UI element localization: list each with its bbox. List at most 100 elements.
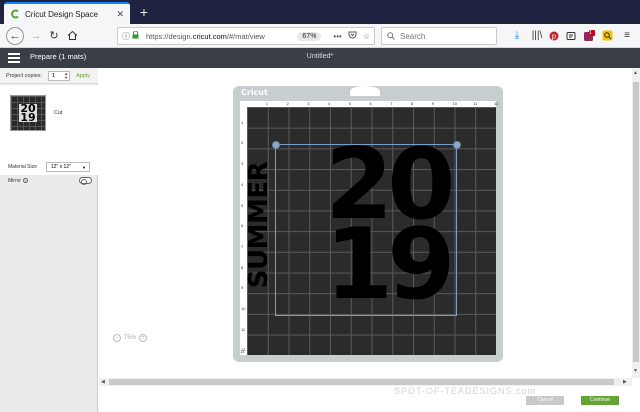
mat-thumbnail[interactable]: 20 19: [10, 95, 46, 131]
watermark: SPOT-OF-TEADESIGNS.com: [394, 386, 537, 396]
left-ruler-tick: 6: [241, 223, 244, 229]
top-ruler-tick: 1: [265, 101, 268, 106]
browser-nav-bar: ← → ↻ ⓘ https://design.cricut.com/#/mat/…: [0, 24, 640, 48]
project-copies-label: Project copies:: [6, 72, 43, 79]
left-ruler-tick: 4: [241, 181, 244, 187]
thumbnail-line-2: 19: [19, 111, 37, 124]
project-copies-value: 1: [52, 72, 56, 79]
top-ruler-tick: 2: [286, 101, 289, 106]
zoom-out-button[interactable]: −: [113, 334, 121, 342]
top-ruler-tick: 9: [431, 101, 434, 106]
mirror-row: Mirror i: [8, 177, 92, 185]
pocket-icon[interactable]: [348, 31, 357, 41]
material-size-row: Material Size 12" x 12" ▼: [8, 162, 90, 172]
cutting-mat: Cricut 1 2 3 4 5 6 7 8 9 10 11 12 1 2 3 4 5 6 7 8 9 10 11 12 13…: [233, 86, 503, 362]
lock-icon: [132, 30, 142, 41]
page-actions-icon[interactable]: •••: [333, 32, 341, 41]
apply-button[interactable]: Apply: [76, 73, 90, 79]
site-info-icon[interactable]: ⓘ: [122, 31, 132, 42]
left-ruler-tick: 2: [241, 140, 244, 146]
bookmark-star-icon[interactable]: ☆: [363, 32, 370, 41]
material-size-select[interactable]: 12" x 12" ▼: [45, 162, 90, 172]
design-line-2[interactable]: 19: [325, 216, 455, 314]
url-bar[interactable]: ⓘ https://design.cricut.com/#/mat/view 6…: [117, 27, 375, 45]
info-icon[interactable]: i: [23, 178, 29, 183]
tab-close-icon[interactable]: ✕: [116, 9, 124, 20]
project-copies-row: Project copies: 1 ▲ ▼ Apply: [0, 68, 98, 84]
zoom-indicator[interactable]: 67%: [297, 31, 322, 41]
cricut-favicon-icon: [10, 9, 20, 19]
forward-icon[interactable]: →: [28, 28, 44, 44]
scroll-up-icon[interactable]: ▲: [633, 70, 638, 76]
left-ruler-tick: 9: [241, 285, 244, 291]
top-ruler-tick: 6: [369, 101, 372, 106]
top-ruler-tick: 5: [348, 101, 351, 106]
mirror-toggle[interactable]: [79, 177, 92, 185]
copies-stepper-icon[interactable]: ▲ ▼: [64, 71, 68, 80]
cricut-logo: Cricut: [241, 88, 268, 97]
footer-bar: SPOT-OF-TEADESIGNS.com Cancel Continue: [99, 386, 640, 412]
home-icon[interactable]: [64, 28, 80, 44]
keyword-extension-icon[interactable]: [600, 28, 614, 44]
project-copies-input[interactable]: 1 ▲ ▼: [48, 70, 71, 81]
reader-icon[interactable]: [564, 28, 578, 44]
document-title: Untitled*: [306, 53, 334, 60]
mat-sidebar: Project copies: 1 ▲ ▼ Apply 20 19 Cut Mat…: [0, 68, 98, 412]
tab-title: Cricut Design Space: [25, 9, 98, 19]
search-icon: [387, 27, 395, 45]
left-ruler: 1 2 3 4 5 6 7 8 9 10 11 12 13: [240, 107, 247, 355]
mat-grid[interactable]: SUMMER 20 19: [247, 107, 496, 355]
extension-badge: 1: [589, 30, 592, 36]
cancel-button[interactable]: Cancel: [526, 396, 564, 405]
top-ruler-tick: 8: [411, 101, 414, 106]
top-ruler-tick: 12: [494, 101, 499, 106]
mirror-label: Mirror: [8, 177, 22, 184]
left-ruler-tick: 10: [241, 306, 246, 311]
top-ruler-tick: 4: [328, 101, 331, 106]
vertical-scroll-thumb[interactable]: [633, 82, 639, 362]
continue-button[interactable]: Continue: [581, 396, 619, 405]
horizontal-scroll-thumb[interactable]: [109, 379, 614, 385]
left-ruler-tick: 1: [241, 119, 244, 125]
browser-tab-bar: Cricut Design Space ✕ +: [0, 0, 640, 24]
selection-handle-top-left[interactable]: [272, 141, 280, 149]
svg-text:p: p: [552, 33, 557, 41]
app-header: Prepare (1 mats) Untitled*: [0, 48, 640, 68]
vertical-scrollbar[interactable]: ▲ ▼: [632, 68, 640, 378]
search-placeholder: Search: [400, 31, 426, 41]
top-ruler-tick: 7: [390, 101, 393, 106]
selection-handle-top-right[interactable]: [453, 141, 461, 149]
material-size-label: Material Size: [8, 164, 37, 170]
scroll-left-icon[interactable]: ◀: [101, 379, 105, 385]
scroll-right-icon[interactable]: ▶: [623, 379, 627, 385]
left-ruler-tick: 8: [241, 264, 244, 270]
library-icon[interactable]: |||\: [530, 28, 544, 44]
left-ruler-tick: 3: [241, 161, 244, 167]
reload-icon[interactable]: ↻: [46, 28, 62, 44]
left-ruler-tick: 11: [241, 326, 246, 332]
pinterest-icon[interactable]: p: [547, 28, 561, 44]
top-ruler-tick: 3: [307, 101, 310, 106]
left-ruler-tick: 7: [241, 243, 244, 249]
browser-tab[interactable]: Cricut Design Space ✕: [4, 2, 130, 24]
top-ruler-tick: 11: [473, 101, 478, 106]
zoom-control: − 75% +: [110, 334, 150, 342]
search-field[interactable]: Search: [381, 27, 497, 45]
scroll-down-icon[interactable]: ▼: [633, 368, 638, 374]
url-text: https://design.cricut.com/#/mat/view: [146, 31, 265, 41]
zoom-in-button[interactable]: +: [139, 334, 148, 342]
material-size-value: 12" x 12": [50, 164, 71, 170]
mat-card[interactable]: 20 19 Cut Material Size 12" x 12" ▼ Mirr…: [0, 85, 98, 185]
top-ruler-tick: 10: [452, 101, 457, 106]
mat-canvas: Cricut 1 2 3 4 5 6 7 8 9 10 11 12 1 2 3 4 5 6 7 8 9 10 11 12 13…: [99, 68, 633, 378]
download-icon[interactable]: ⤓: [510, 28, 524, 44]
new-tab-button[interactable]: +: [136, 4, 152, 20]
left-ruler-tick: 13: [240, 349, 245, 354]
horizontal-scrollbar[interactable]: ◀ ▶: [99, 378, 632, 386]
extension-icon[interactable]: 1: [582, 28, 596, 44]
zoom-level: 75%: [124, 335, 137, 341]
menu-icon[interactable]: ≡: [620, 28, 634, 44]
design-summer-text[interactable]: SUMMER: [247, 162, 274, 288]
left-ruler-tick: 5: [241, 202, 244, 208]
back-icon[interactable]: ←: [6, 27, 24, 45]
